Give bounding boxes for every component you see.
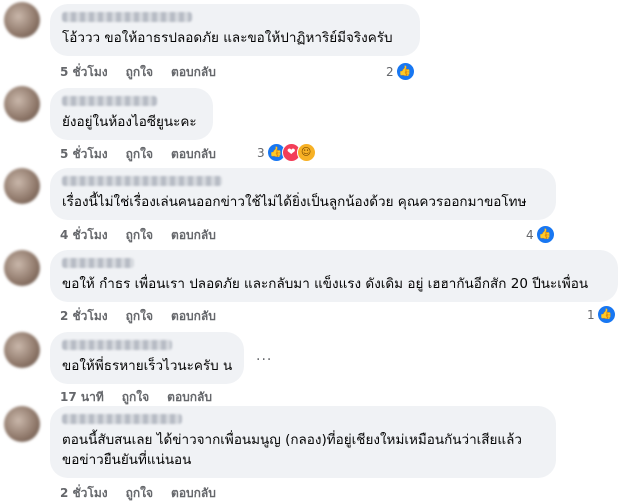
reaction-summary[interactable]: 2 👍 [386, 62, 415, 81]
comment-text-line-2: ขอข่าวยืนยันที่แน่นอน [62, 452, 192, 468]
like-button[interactable]: ถูกใจ [126, 486, 153, 500]
like-button[interactable]: ถูกใจ [126, 228, 153, 242]
comment-text: เรื่องนี้ไม่ใช่เรื่องเล่นคนออกข่าวใช้ไม่… [62, 194, 527, 210]
reaction-count: 4 [526, 227, 534, 242]
like-button[interactable]: ถูกใจ [126, 309, 153, 323]
commenter-name[interactable] [62, 414, 182, 424]
comment-actions: 2 ชั่วโมง ถูกใจ ตอบกลับ [60, 484, 234, 503]
avatar[interactable] [4, 86, 40, 122]
like-button[interactable]: ถูกใจ [126, 147, 153, 161]
reaction-summary[interactable]: 4 👍 [526, 225, 555, 244]
timestamp[interactable]: 2 ชั่วโมง [60, 486, 108, 500]
more-options-button[interactable]: ... [256, 348, 272, 364]
avatar[interactable] [4, 406, 40, 442]
timestamp[interactable]: 4 ชั่วโมง [60, 228, 108, 242]
comment-bubble: เรื่องนี้ไม่ใช่เรื่องเล่นคนออกข่าวใช้ไม่… [50, 168, 556, 220]
timestamp[interactable]: 5 ชั่วโมง [60, 147, 108, 161]
timestamp[interactable]: 5 ชั่วโมง [60, 65, 108, 79]
commenter-name[interactable] [62, 258, 134, 268]
comment-actions: 4 ชั่วโมง ถูกใจ ตอบกลับ [60, 226, 234, 245]
comment-actions: 5 ชั่วโมง ถูกใจ ตอบกลับ [60, 145, 234, 164]
avatar[interactable] [4, 168, 40, 204]
avatar[interactable] [4, 2, 40, 38]
reply-button[interactable]: ตอบกลับ [171, 486, 216, 500]
reaction-summary[interactable]: 1 👍 [587, 305, 616, 324]
reply-button[interactable]: ตอบกลับ [171, 228, 216, 242]
comment-actions: 5 ชั่วโมง ถูกใจ ตอบกลับ [60, 63, 234, 82]
avatar[interactable] [4, 332, 40, 368]
like-icon: 👍 [596, 305, 616, 324]
comment-actions: 2 ชั่วโมง ถูกใจ ตอบกลับ [60, 307, 234, 326]
avatar[interactable] [4, 250, 40, 286]
like-button[interactable]: ถูกใจ [126, 65, 153, 79]
comment-bubble: ขอให้ กำธร เพื่อนเรา ปลอดภัย และกลับมา แ… [50, 250, 618, 302]
reply-button[interactable]: ตอบกลับ [171, 147, 216, 161]
like-icon: 👍 [395, 62, 415, 81]
like-button[interactable]: ถูกใจ [122, 390, 149, 404]
comment-bubble: ขอให้พี่ธรหายเร็วไวนะครับ น [50, 332, 244, 384]
commenter-name[interactable] [62, 12, 192, 22]
commenter-name[interactable] [62, 96, 157, 106]
reply-button[interactable]: ตอบกลับ [167, 390, 212, 404]
comment-bubble: โอ้ววว ขอให้อาธรปลอดภัย และขอให้ปาฏิหาริ… [50, 4, 420, 56]
timestamp[interactable]: 2 ชั่วโมง [60, 309, 108, 323]
comment-bubble: ตอนนี้สับสนเลย ได้ข่าวจากเพื่อนมนูญ (กลอ… [50, 406, 556, 478]
comment-text: ขอให้พี่ธรหายเร็วไวนะครับ น [62, 358, 233, 374]
reply-button[interactable]: ตอบกลับ [171, 309, 216, 323]
comment-text: โอ้ววว ขอให้อาธรปลอดภัย และขอให้ปาฏิหาริ… [62, 30, 393, 46]
reaction-count: 3 [257, 145, 265, 160]
commenter-name[interactable] [62, 340, 172, 350]
like-icon: 👍 [535, 225, 555, 244]
comment-text: ยังอยู่ในห้องไอซียูนะคะ [62, 114, 197, 130]
care-icon: ☺ [296, 143, 316, 162]
reaction-count: 2 [386, 64, 394, 79]
timestamp[interactable]: 17 นาที [60, 390, 104, 404]
comment-text-line-1: ตอนนี้สับสนเลย ได้ข่าวจากเพื่อนมนูญ (กลอ… [62, 432, 522, 448]
comment-text: ขอให้ กำธร เพื่อนเรา ปลอดภัย และกลับมา แ… [62, 276, 589, 292]
commenter-name[interactable] [62, 176, 222, 186]
reply-button[interactable]: ตอบกลับ [171, 65, 216, 79]
comment-actions: 17 นาที ถูกใจ ตอบกลับ [60, 388, 230, 407]
reaction-summary[interactable]: 3 👍 ❤ ☺ [257, 143, 316, 162]
reaction-count: 1 [587, 307, 595, 322]
comment-bubble: ยังอยู่ในห้องไอซียูนะคะ [50, 88, 213, 140]
